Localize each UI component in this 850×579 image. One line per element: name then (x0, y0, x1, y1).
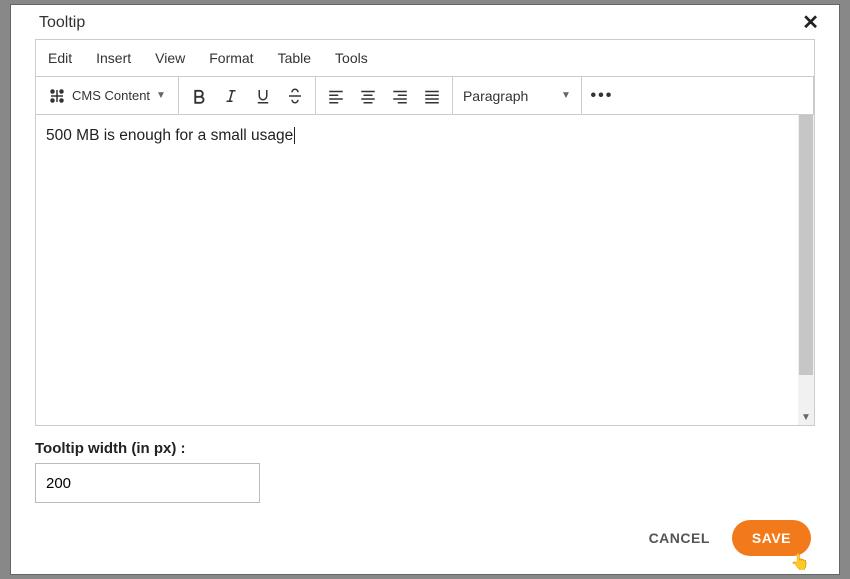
tooltip-width-section: Tooltip width (in px) : (11, 426, 839, 511)
modal-header: Tooltip ✕ (11, 5, 839, 39)
menu-insert[interactable]: Insert (84, 44, 143, 72)
menu-format[interactable]: Format (197, 44, 265, 72)
editor-text: 500 MB is enough for a small usage (46, 127, 295, 144)
toolbar-group-text (179, 77, 316, 114)
toolbar-group-format: Paragraph ▼ (453, 77, 582, 114)
editor-body-row: 500 MB is enough for a small usage ▼ (36, 115, 814, 425)
italic-button[interactable] (215, 80, 247, 112)
scrollbar-thumb[interactable] (799, 115, 813, 375)
modal-title: Tooltip (39, 14, 85, 32)
format-select[interactable]: Paragraph ▼ (453, 77, 581, 114)
menu-edit[interactable]: Edit (36, 44, 84, 72)
chevron-down-icon: ▼ (156, 90, 166, 101)
scroll-down-icon[interactable]: ▼ (798, 409, 814, 425)
more-button[interactable]: ••• (586, 80, 618, 112)
align-center-button[interactable] (352, 80, 384, 112)
joomla-icon (48, 87, 66, 105)
align-left-button[interactable] (320, 80, 352, 112)
ellipsis-icon: ••• (591, 87, 614, 105)
underline-button[interactable] (247, 80, 279, 112)
editor-content-area[interactable]: 500 MB is enough for a small usage (36, 115, 798, 425)
menu-tools[interactable]: Tools (323, 44, 380, 72)
vertical-scrollbar[interactable]: ▼ (798, 115, 814, 425)
tooltip-width-input[interactable] (35, 463, 260, 503)
bold-button[interactable] (183, 80, 215, 112)
format-select-value: Paragraph (463, 88, 528, 104)
align-justify-button[interactable] (416, 80, 448, 112)
tooltip-modal: Tooltip ✕ Edit Insert View Format Table … (10, 4, 840, 575)
close-icon[interactable]: ✕ (798, 13, 823, 33)
align-right-button[interactable] (384, 80, 416, 112)
toolbar-group-more: ••• (582, 77, 814, 114)
menu-view[interactable]: View (143, 44, 197, 72)
editor-menubar: Edit Insert View Format Table Tools (36, 40, 814, 77)
editor-toolbar: CMS Content ▼ (36, 77, 814, 115)
modal-footer: CANCEL SAVE (11, 520, 839, 574)
menu-table[interactable]: Table (266, 44, 323, 72)
toolbar-group-cms: CMS Content ▼ (36, 77, 179, 114)
save-button[interactable]: SAVE (732, 520, 811, 556)
chevron-down-icon: ▼ (561, 90, 571, 101)
rich-text-editor: Edit Insert View Format Table Tools CMS … (35, 39, 815, 426)
tooltip-width-label: Tooltip width (in px) : (35, 440, 815, 457)
cms-content-button[interactable]: CMS Content ▼ (40, 80, 174, 112)
strikethrough-button[interactable] (279, 80, 311, 112)
cancel-button[interactable]: CANCEL (649, 530, 710, 546)
toolbar-group-align (316, 77, 453, 114)
cms-content-label: CMS Content (72, 88, 150, 103)
